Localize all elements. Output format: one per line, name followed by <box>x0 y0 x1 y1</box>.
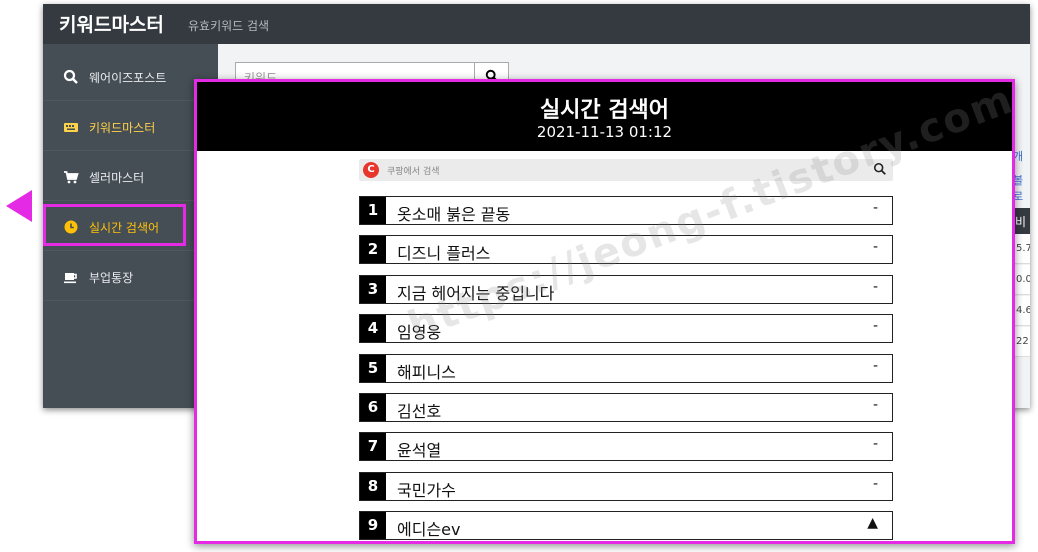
app-brand[interactable]: 키워드마스터 <box>59 10 164 37</box>
coffee-icon <box>64 273 77 284</box>
pointer-arrow-icon <box>6 190 32 222</box>
rank-keyword[interactable]: 김선호 <box>397 398 441 422</box>
rank-number: 1 <box>360 197 386 224</box>
rank-number: 3 <box>360 275 386 303</box>
rank-keyword[interactable]: 디즈니 플러스 <box>397 240 490 264</box>
popup-datetime: 2021-11-13 01:12 <box>536 123 673 141</box>
rank-trend-indicator: - <box>872 357 878 374</box>
sidebar-item-side-income[interactable]: 부업통장 <box>43 252 218 301</box>
rank-number: 9 <box>360 512 386 540</box>
sidebar-item-whereispost[interactable]: 웨어이즈포스트 <box>43 52 218 101</box>
table-header: 비 <box>1013 208 1030 234</box>
app-subtitle: 유효키워드 검색 <box>188 19 270 33</box>
sidebar-item-label: 웨어이즈포스트 <box>89 71 167 85</box>
coupang-search-placeholder: 쿠팡에서 검색 <box>387 167 440 177</box>
rank-keyword[interactable]: 에디슨ev <box>397 516 460 540</box>
rank-trend-indicator: ▲ <box>867 515 878 532</box>
highlight-box <box>43 204 186 246</box>
ranking-row[interactable]: 5 해피니스 - <box>359 353 893 383</box>
coupang-logo-icon: C <box>363 162 379 178</box>
sidebar-item-label: 부업통장 <box>89 271 134 285</box>
rank-trend-indicator: - <box>872 200 878 216</box>
rank-trend-indicator: - <box>872 475 878 492</box>
rank-number: 7 <box>360 433 386 461</box>
ranking-row[interactable]: 1 옷소매 붉은 끝동 - <box>359 196 893 225</box>
rank-trend-indicator: - <box>872 239 878 256</box>
ranking-row[interactable]: 7 윤석열 - <box>359 432 893 462</box>
rank-keyword[interactable]: 지금 헤어지는 중입니다 <box>397 280 554 304</box>
sidebar-item-label: 키워드마스터 <box>89 121 156 135</box>
table-cell: 22 <box>1013 327 1030 357</box>
rank-number: 2 <box>360 236 386 264</box>
table-cell: 0.0 <box>1013 265 1030 295</box>
rank-number: 6 <box>360 394 386 421</box>
sidebar-item-keywordmaster[interactable]: 키워드마스터 <box>43 102 218 151</box>
popup-title: 실시간 검색어 <box>539 98 670 123</box>
rank-number: 4 <box>360 315 386 343</box>
rank-keyword[interactable]: 옷소매 붉은 끝동 <box>397 201 510 225</box>
rank-trend-indicator: - <box>872 436 878 453</box>
screenshot-stage: 키워드마스터 유효키워드 검색 웨어이즈포스트 키워드마스터 셀러마스터 실시간… <box>0 0 1038 552</box>
cart-icon <box>64 171 79 184</box>
top-bar: 키워드마스터 유효키워드 검색 <box>43 4 1030 44</box>
keyboard-icon <box>64 123 78 132</box>
sidebar-item-sellermaster[interactable]: 셀러마스터 <box>43 152 218 201</box>
rank-number: 5 <box>360 354 386 382</box>
table-cell: 5.7 <box>1013 234 1030 264</box>
result-link[interactable]: 볼로 <box>1013 172 1030 204</box>
rank-trend-indicator: - <box>872 318 878 335</box>
rank-keyword[interactable]: 윤석열 <box>397 437 441 461</box>
table-cell: 4.6 <box>1013 296 1030 326</box>
coupang-search-bar[interactable]: C 쿠팡에서 검색 <box>359 159 893 181</box>
ranking-row[interactable]: 6 김선호 - <box>359 393 893 422</box>
sidebar-item-label: 셀러마스터 <box>89 171 145 185</box>
search-icon <box>63 69 78 84</box>
rank-trend-indicator: - <box>872 278 878 295</box>
rank-number: 8 <box>360 472 386 500</box>
rank-keyword[interactable]: 해피니스 <box>397 359 456 383</box>
ranking-row[interactable]: 4 임영웅 - <box>359 314 893 344</box>
ranking-row[interactable]: 2 디즈니 플러스 - <box>359 235 893 265</box>
ranking-row[interactable]: 9 에디슨ev ▲ <box>359 511 893 541</box>
rank-trend-indicator: - <box>872 397 878 413</box>
ranking-row[interactable]: 8 국민가수 - <box>359 471 893 501</box>
popup-header: 실시간 검색어 2021-11-13 01:12 <box>197 82 1012 151</box>
ranking-row[interactable]: 3 지금 헤어지는 중입니다 - <box>359 274 893 304</box>
rank-keyword[interactable]: 국민가수 <box>397 477 456 501</box>
realtime-search-popup: 실시간 검색어 2021-11-13 01:12 C 쿠팡에서 검색 1 옷소매 … <box>194 79 1015 544</box>
rank-keyword[interactable]: 임영웅 <box>397 319 441 343</box>
search-icon[interactable] <box>873 162 887 176</box>
